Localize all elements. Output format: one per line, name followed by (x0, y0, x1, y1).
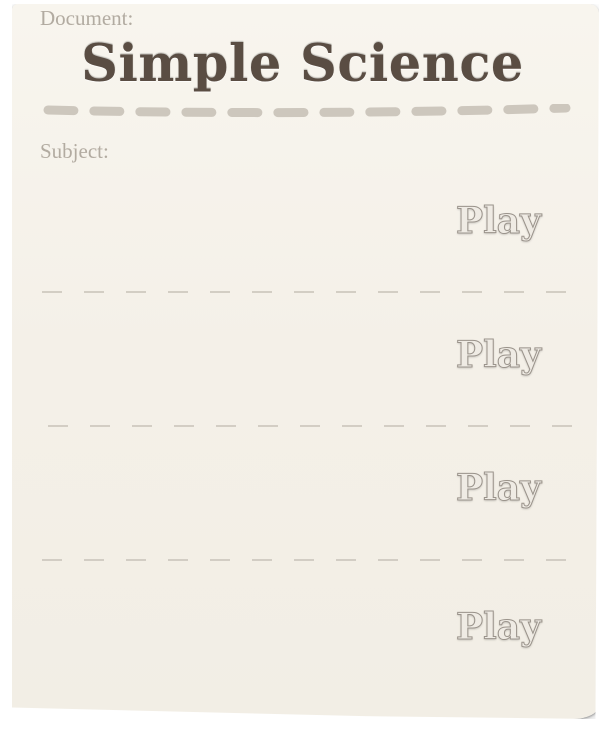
play-button-3[interactable]: Play (456, 467, 542, 510)
row-divider-2 (48, 425, 576, 427)
document-screen: Document: Simple Science Subject: Play P… (0, 0, 605, 731)
subject-label: Subject: (40, 139, 109, 163)
play-button-4[interactable]: Play (456, 606, 542, 649)
row-divider-3 (42, 559, 570, 561)
title-divider (43, 104, 571, 118)
row-divider-1 (42, 291, 570, 293)
play-button-2[interactable]: Play (456, 334, 542, 377)
play-button-1[interactable]: Play (456, 200, 542, 243)
page-title: Simple Science (81, 34, 524, 94)
document-label: Document: (40, 6, 134, 30)
